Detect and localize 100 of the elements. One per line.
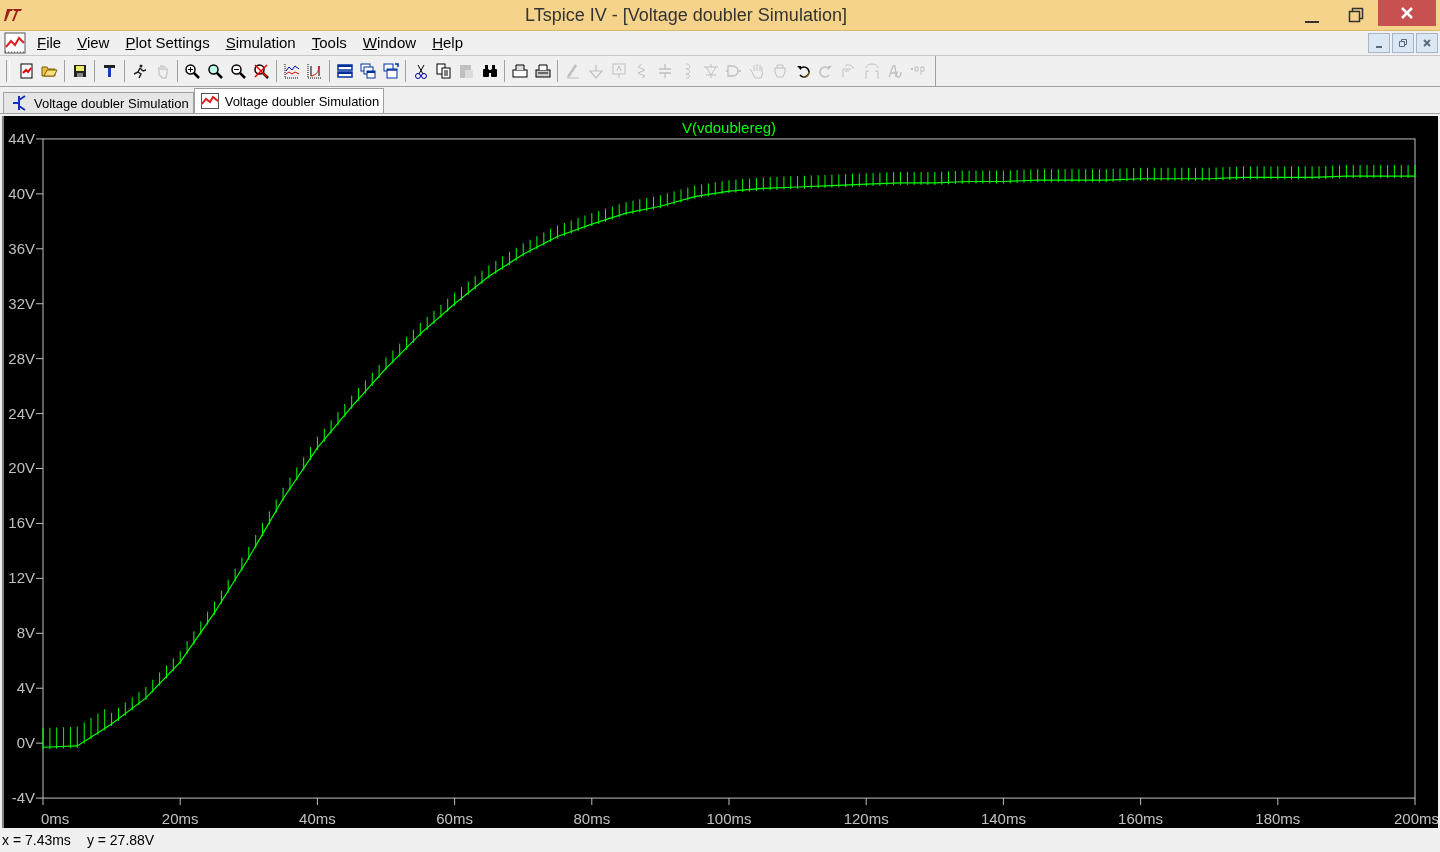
- y-tick-label: 8V: [16, 624, 36, 642]
- hand-icon: [157, 63, 168, 79]
- restore-button[interactable]: [1392, 33, 1414, 53]
- y-tick-label: 16V: [8, 514, 36, 532]
- y-tick-label: 16V: [8, 514, 44, 532]
- document-tab[interactable]: Voltage doubler Simulation: [3, 92, 194, 113]
- inductor-icon: [684, 63, 691, 79]
- mirror-icon: [864, 62, 879, 80]
- clipboard-icon: [459, 63, 474, 79]
- x-tick-label: 180ms: [1255, 810, 1301, 827]
- printer-icon: [511, 64, 528, 78]
- x-tick-label: 80ms: [573, 810, 611, 827]
- copy-icon: [436, 63, 451, 79]
- x-tick-label: 120ms: [843, 810, 889, 827]
- scissors-icon: [414, 63, 427, 79]
- menu-item[interactable]: View: [69, 34, 118, 51]
- y-tick-label: 8V: [16, 624, 44, 642]
- y-readout: y = 27.88V: [86, 832, 155, 848]
- y-tick-label: 32V: [8, 294, 44, 312]
- y-tick-label: -4V: [11, 789, 36, 807]
- y-tick-label: 12V: [8, 569, 44, 587]
- menu-item[interactable]: File: [29, 34, 70, 51]
- menu-item[interactable]: Tools: [303, 34, 355, 51]
- close-icon: [1400, 6, 1414, 20]
- restore-icon: [1398, 38, 1408, 48]
- y-tick-label: 28V: [8, 349, 44, 367]
- y-tick-label: 44V: [8, 129, 44, 147]
- italic-letters-icon: [887, 64, 902, 78]
- tile-windows-icon: [336, 64, 353, 78]
- menu-item[interactable]: Window: [354, 34, 425, 51]
- x-tick-label: 160ms: [1118, 810, 1164, 827]
- cascade-windows-icon: [359, 63, 376, 79]
- y-tick-label: 20V: [8, 459, 36, 477]
- minimize-icon: [1376, 46, 1382, 48]
- y-tick-label: 24V: [8, 404, 44, 422]
- y-tick-label: 20V: [8, 459, 44, 477]
- maximize-icon: [1348, 7, 1364, 23]
- y-tick-label: 12V: [8, 569, 36, 587]
- fist-icon: [773, 64, 786, 78]
- folder-icon: [41, 65, 58, 77]
- zoom-cancel-icon: [254, 63, 269, 79]
- diode-icon: [702, 63, 719, 79]
- app-logo-icon: [4, 8, 22, 22]
- ground-symbol-icon: [588, 63, 603, 79]
- menu-item[interactable]: Simulation: [217, 34, 304, 51]
- resistor-icon: [637, 63, 646, 79]
- logic-gate-icon: [725, 65, 742, 77]
- y-tick-label: 0V: [16, 734, 44, 752]
- pencil-icon: [565, 63, 580, 79]
- x-tick-label: 200ms: [1394, 810, 1438, 827]
- minimize-button[interactable]: [1368, 33, 1390, 53]
- trace-name[interactable]: V(vdoublereg): [681, 118, 777, 136]
- waveform-icon: [4, 32, 26, 54]
- y-tick-label: 36V: [8, 239, 44, 257]
- y-tick-label: 28V: [8, 349, 36, 367]
- y-tick-label: 24V: [8, 404, 36, 422]
- binoculars-icon: [481, 64, 498, 78]
- net-label-icon: [611, 63, 626, 79]
- hammer-icon: [103, 64, 116, 78]
- document-tab[interactable]: Voltage doubler Simulation: [193, 88, 385, 113]
- menu-item[interactable]: Plot Settings: [117, 34, 218, 51]
- bracket-plot-icon: [306, 63, 323, 79]
- x-tick-label: 100ms: [706, 810, 752, 827]
- waveform-grid-icon: [283, 63, 300, 79]
- transistor-icon: [10, 94, 28, 112]
- x-tick-label: 0ms: [41, 810, 70, 827]
- window-title: LTspice IV - [Voltage doubler Simulation]: [524, 4, 848, 26]
- undo-icon: [795, 64, 810, 78]
- x-tick-label: 60ms: [436, 810, 473, 827]
- x-tick-label: 40ms: [299, 810, 336, 827]
- y-tick-label: -4V: [11, 789, 44, 807]
- new-schematic-icon: [20, 63, 33, 79]
- zoom-out-icon: [231, 63, 246, 79]
- magnifier-icon: [208, 63, 223, 79]
- y-tick-label: 36V: [8, 239, 36, 257]
- minimize-icon: [1305, 21, 1319, 23]
- menu-item[interactable]: Help: [424, 34, 471, 51]
- redo-icon: [818, 64, 833, 78]
- y-tick-label: 4V: [16, 679, 44, 697]
- capacitor-icon: [657, 63, 672, 79]
- y-tick-label: 4V: [16, 679, 36, 697]
- open-hand-icon: [749, 63, 764, 79]
- running-man-icon: [132, 63, 147, 79]
- rotate-icon: [842, 64, 855, 78]
- y-tick-label: 32V: [8, 294, 36, 312]
- arrange-windows-icon: [382, 63, 399, 79]
- zoom-in-icon: [185, 63, 200, 79]
- close-button[interactable]: [1416, 33, 1438, 53]
- waveform-icon: [200, 93, 219, 109]
- dot-op-icon: [910, 66, 925, 76]
- x-readout: x = 7.43ms: [2, 832, 71, 848]
- close-icon: [1422, 38, 1432, 48]
- y-tick-label: 44V: [8, 129, 36, 147]
- y-tick-label: 40V: [8, 184, 36, 202]
- printer-icon: [534, 64, 551, 78]
- y-tick-label: 40V: [8, 184, 44, 202]
- y-tick-label: 0V: [16, 734, 36, 752]
- x-tick-label: 140ms: [980, 810, 1026, 827]
- x-tick-label: 20ms: [161, 810, 199, 827]
- close-button[interactable]: [1378, 0, 1436, 26]
